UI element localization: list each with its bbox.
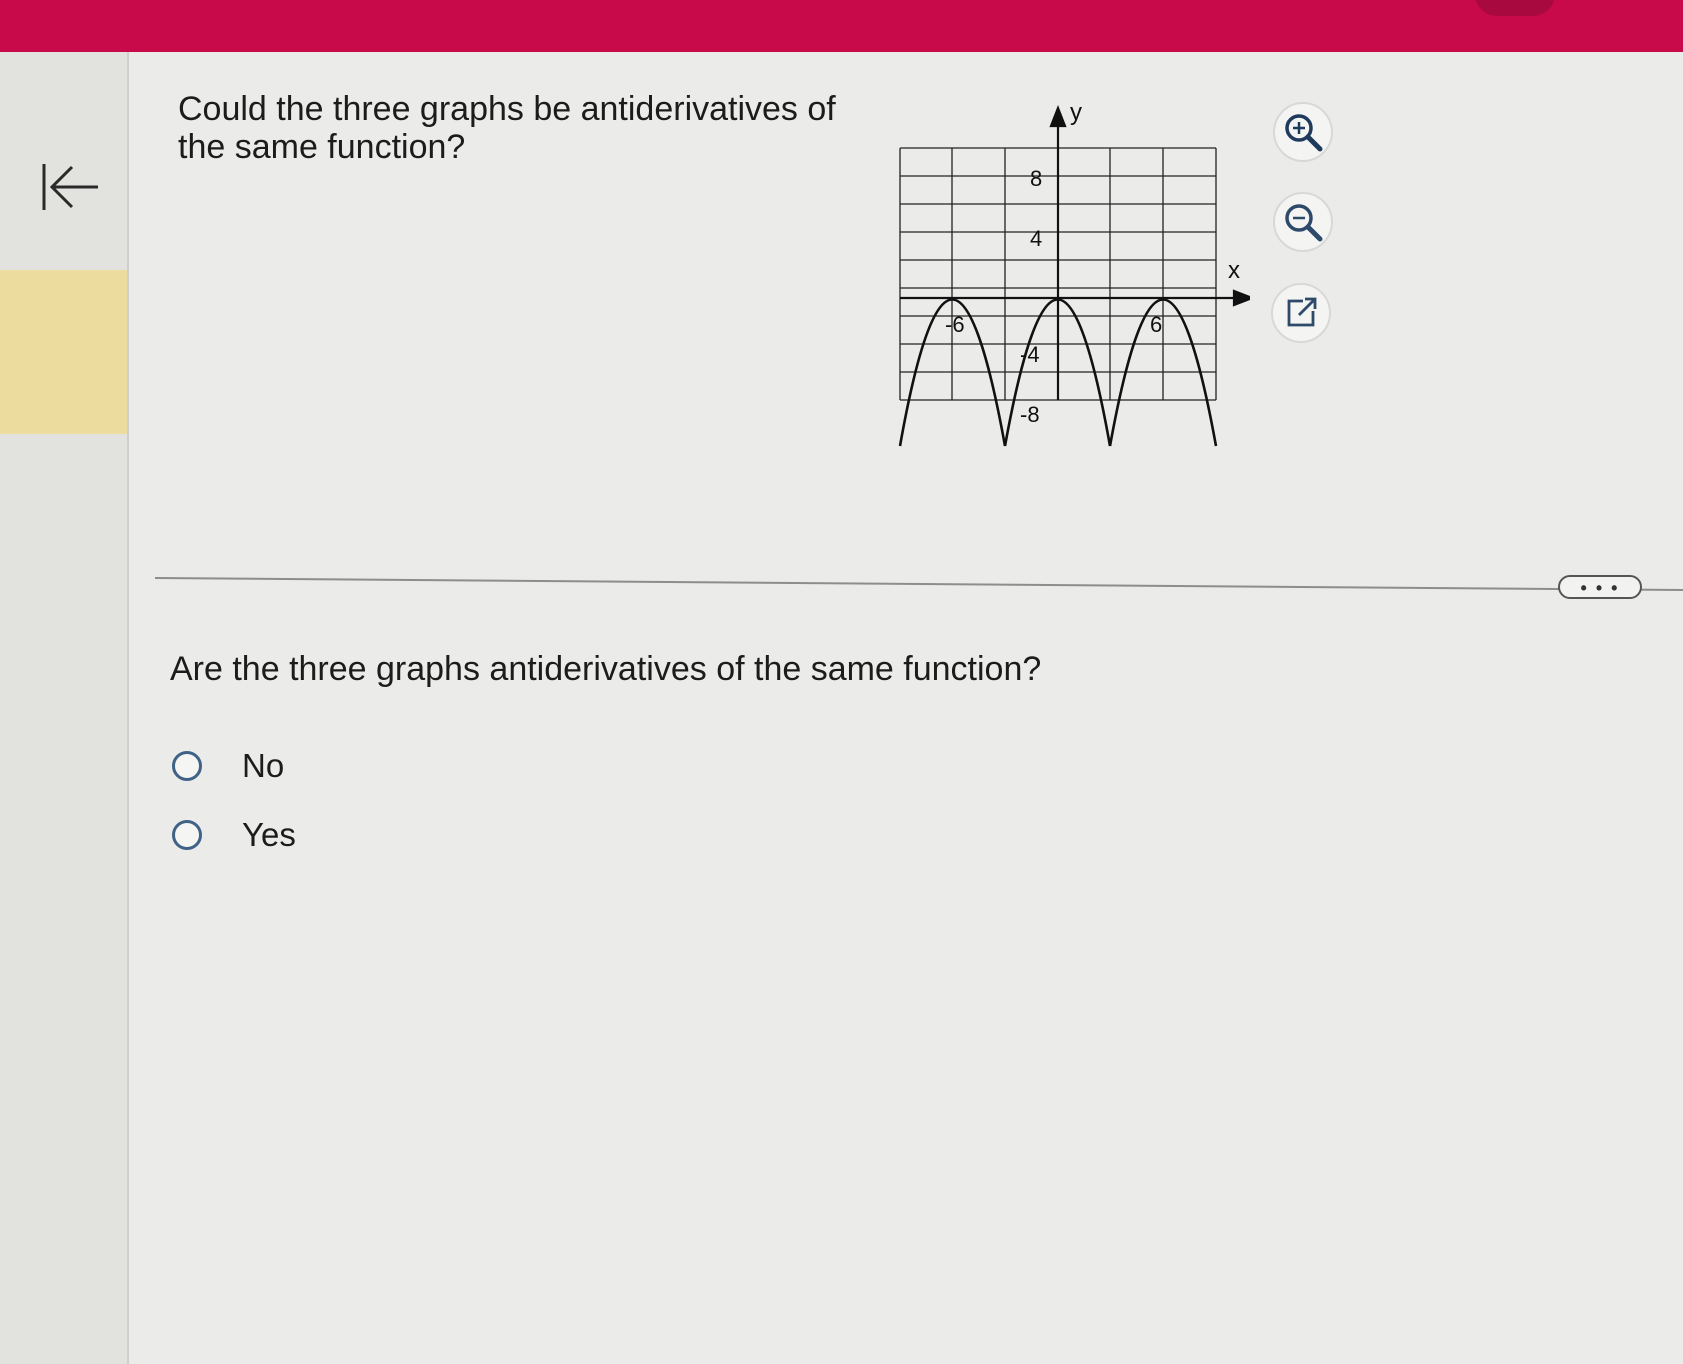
question-title: Could the three graphs be antiderivative… [178,90,836,166]
top-bar-corner [1475,0,1555,16]
zoom-in-button[interactable] [1273,102,1333,162]
graph-svg: y x 8 4 -4 -8 -6 6 [898,99,1256,447]
x-axis-label: x [1228,257,1240,284]
collapse-back-button[interactable] [34,152,104,222]
question-prompt: Are the three graphs antiderivatives of … [170,650,1042,688]
y-tick-label: -8 [1020,402,1040,427]
x-tick-label: -6 [945,312,965,337]
antiderivative-graph: y x 8 4 -4 -8 -6 6 [890,99,1256,465]
open-external-button[interactable] [1271,283,1331,343]
y-tick-label: 4 [1030,226,1042,251]
zoom-in-icon [1285,114,1323,152]
option-no[interactable]: No [172,747,284,785]
external-link-icon [1287,297,1317,327]
more-options-button[interactable]: • • • [1558,575,1642,599]
option-yes[interactable]: Yes [172,816,296,854]
top-bar [0,0,1683,52]
radio-button[interactable] [172,751,202,781]
radio-button[interactable] [172,820,202,850]
zoom-out-button[interactable] [1273,192,1333,252]
option-label: No [242,747,285,784]
y-tick-label: -4 [1020,342,1040,367]
y-axis-label: y [1070,100,1082,126]
zoom-out-icon [1285,204,1323,242]
sidebar [0,52,129,1364]
x-tick-label: 6 [1150,312,1162,337]
arrow-left-bar-icon [42,164,98,210]
option-label: Yes [242,816,296,853]
sidebar-highlight-item[interactable] [0,270,127,434]
y-tick-label: 8 [1030,166,1042,191]
